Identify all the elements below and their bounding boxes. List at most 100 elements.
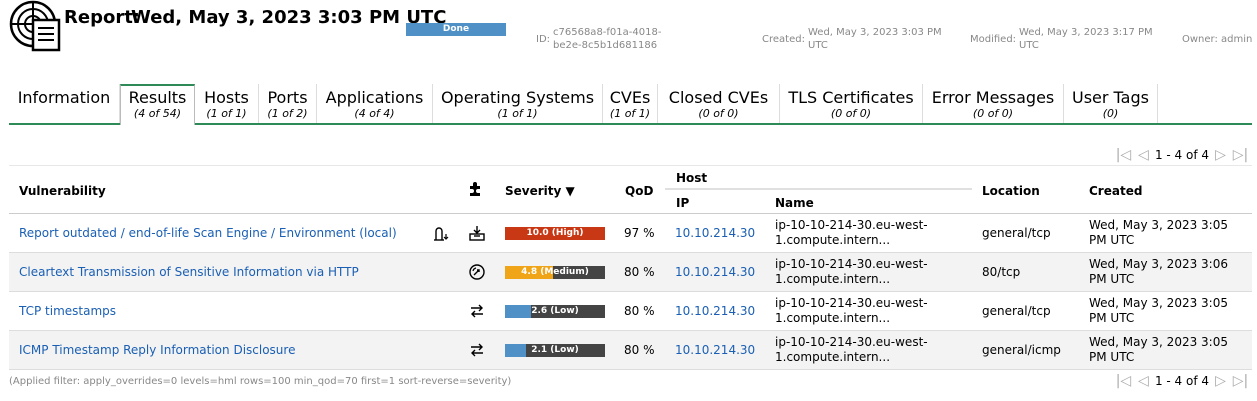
tab-count: (1 of 2) — [267, 107, 308, 120]
modified-value: Wed, May 3, 2023 3:17 PM UTC — [1019, 27, 1153, 51]
created-label: Created: — [762, 34, 805, 45]
first-page-icon[interactable]: |◁ — [1115, 147, 1132, 163]
created-value: Wed, May 3, 2023 3:06 PM UTC — [1089, 257, 1228, 286]
status-badge: Done — [406, 23, 506, 36]
severity-label: 4.8 (Medium) — [521, 267, 589, 277]
severity-label: 2.6 (Low) — [531, 306, 579, 316]
tab-user-tags[interactable]: User Tags (0) — [1064, 84, 1158, 123]
tab-tls-certificates[interactable]: TLS Certificates (0 of 0) — [780, 84, 923, 123]
divider — [9, 165, 1252, 166]
owner-info: Owner: admin — [1182, 34, 1253, 45]
vulnerability-link[interactable]: Report outdated / end-of-life Scan Engin… — [19, 226, 397, 241]
host-ip-link[interactable]: 10.10.214.30 — [675, 343, 755, 358]
severity-bar: 2.6 (Low) — [505, 305, 605, 318]
tab-operating-systems[interactable]: Operating Systems (1 of 1) — [433, 84, 603, 123]
tab-count: (0 of 0) — [830, 107, 872, 120]
tab-count: (1 of 1) — [206, 107, 247, 120]
tab-count: (0 of 0) — [698, 107, 739, 120]
previous-page-icon[interactable]: ◁ — [1135, 147, 1152, 163]
pagination-text: 1 - 4 of 4 — [1154, 148, 1209, 162]
tab-applications[interactable]: Applications (4 of 4) — [317, 84, 433, 123]
column-header-vulnerability[interactable]: Vulnerability — [19, 184, 106, 198]
table-row: Cleartext Transmission of Sensitive Info… — [9, 253, 1252, 292]
vulnerability-link[interactable]: Cleartext Transmission of Sensitive Info… — [19, 265, 359, 280]
tab-label: Applications — [325, 88, 424, 107]
tab-closed-cves[interactable]: Closed CVEs (0 of 0) — [658, 84, 780, 123]
severity-bar: 4.8 (Medium) — [505, 266, 605, 279]
last-page-icon[interactable]: ▷| — [1232, 373, 1249, 389]
severity-label: 10.0 (High) — [526, 228, 584, 238]
location-value: general/tcp — [982, 304, 1051, 318]
page-title-label: Report: — [64, 7, 140, 28]
tab-label: Information — [17, 88, 111, 107]
tab-label: Ports — [267, 88, 308, 107]
mitigation-icon — [468, 302, 486, 320]
package-install-icon — [468, 224, 486, 242]
host-name: ip-10-10-214-30.eu-west-1.compute.intern… — [775, 218, 928, 247]
created-value: Wed, May 3, 2023 3:05 PM UTC — [1089, 335, 1228, 364]
next-page-icon[interactable]: ▷ — [1212, 147, 1229, 163]
host-ip-link[interactable]: 10.10.214.30 — [675, 265, 755, 280]
tab-information[interactable]: Information — [9, 84, 120, 123]
created-value: Wed, May 3, 2023 3:05 PM UTC — [1089, 218, 1228, 247]
qod-value: 80 % — [624, 304, 655, 318]
tab-error-messages[interactable]: Error Messages (0 of 0) — [923, 84, 1064, 123]
host-header-divider — [665, 188, 972, 190]
table-row: Report outdated / end-of-life Scan Engin… — [9, 214, 1252, 253]
previous-page-icon[interactable]: ◁ — [1135, 373, 1152, 389]
pagination-top: |◁ ◁ 1 - 4 of 4 ▷ ▷| — [1115, 145, 1249, 165]
tab-label: TLS Certificates — [788, 88, 914, 107]
vulnerability-link[interactable]: TCP timestamps — [19, 304, 116, 319]
host-name: ip-10-10-214-30.eu-west-1.compute.intern… — [775, 257, 928, 286]
tab-results[interactable]: Results (4 of 54) — [120, 84, 195, 125]
column-header-name[interactable]: Name — [775, 196, 814, 210]
vulnerability-link[interactable]: ICMP Timestamp Reply Information Disclos… — [19, 343, 295, 358]
host-name: ip-10-10-214-30.eu-west-1.compute.intern… — [775, 335, 928, 364]
tab-count: (1 of 1) — [609, 107, 651, 120]
host-name: ip-10-10-214-30.eu-west-1.compute.intern… — [775, 296, 928, 325]
solution-type-icon[interactable] — [468, 181, 484, 200]
tab-ports[interactable]: Ports (1 of 2) — [259, 84, 317, 123]
applied-filter-text: (Applied filter: apply_overrides=0 level… — [9, 376, 512, 387]
tab-count: (0 of 0) — [972, 107, 1014, 120]
qod-value: 80 % — [624, 265, 655, 279]
tab-label: Hosts — [204, 88, 249, 107]
host-ip-link[interactable]: 10.10.214.30 — [675, 226, 755, 241]
qod-value: 80 % — [624, 343, 655, 357]
location-value: general/icmp — [982, 343, 1061, 357]
tab-label: Operating Systems — [440, 88, 595, 107]
vendor-fix-icon — [433, 224, 451, 242]
created-value: Wed, May 3, 2023 3:05 PM UTC — [1089, 296, 1228, 325]
column-header-created[interactable]: Created — [1089, 184, 1142, 198]
report-logo-icon — [9, 0, 61, 52]
location-value: general/tcp — [982, 226, 1051, 240]
tab-count: (1 of 1) — [497, 107, 538, 120]
modified-label: Modified: — [970, 34, 1017, 45]
pagination-text: 1 - 4 of 4 — [1154, 374, 1209, 388]
tab-hosts[interactable]: Hosts (1 of 1) — [195, 84, 259, 123]
mitigation-icon — [468, 341, 486, 359]
first-page-icon[interactable]: |◁ — [1115, 373, 1132, 389]
id-label: ID: — [536, 34, 551, 45]
tab-label: CVEs — [609, 88, 651, 107]
next-page-icon[interactable]: ▷ — [1212, 373, 1229, 389]
id-value: c76568a8-f01a-4018-be2e-8c5b1d681186 — [553, 27, 662, 51]
column-header-severity[interactable]: Severity ▼ — [505, 184, 575, 198]
last-page-icon[interactable]: ▷| — [1232, 147, 1249, 163]
tab-bar: Information Results (4 of 54) Hosts (1 o… — [9, 84, 1252, 125]
tab-label: Results — [128, 88, 187, 107]
column-header-ip[interactable]: IP — [676, 196, 689, 210]
tab-cves[interactable]: CVEs (1 of 1) — [603, 84, 658, 123]
column-header-host: Host — [676, 171, 708, 185]
tab-label: Closed CVEs — [668, 88, 769, 107]
column-header-qod[interactable]: QoD — [625, 184, 653, 198]
tab-count: (0) — [1102, 107, 1119, 120]
tab-count: (4 of 54) — [133, 107, 182, 120]
column-header-location[interactable]: Location — [982, 184, 1040, 198]
location-value: 80/tcp — [982, 265, 1021, 279]
host-ip-link[interactable]: 10.10.214.30 — [675, 304, 755, 319]
table-row: TCP timestamps 2.6 (Low) 80 % 10.10.214.… — [9, 292, 1252, 331]
severity-bar: 10.0 (High) — [505, 227, 605, 240]
page-title-date: Wed, May 3, 2023 3:03 PM UTC — [131, 7, 447, 28]
workaround-icon — [468, 263, 486, 281]
